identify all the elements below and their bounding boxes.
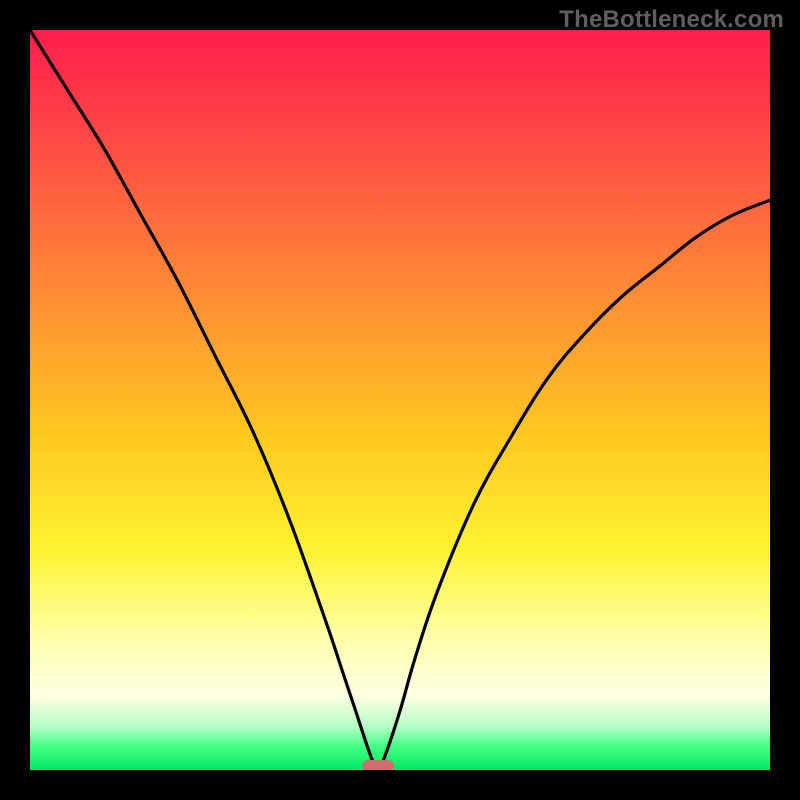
minimum-marker xyxy=(362,760,394,770)
plot-area xyxy=(30,30,770,770)
chart-frame: TheBottleneck.com xyxy=(0,0,800,800)
watermark-text: TheBottleneck.com xyxy=(559,6,784,34)
bottleneck-curve xyxy=(30,30,770,770)
